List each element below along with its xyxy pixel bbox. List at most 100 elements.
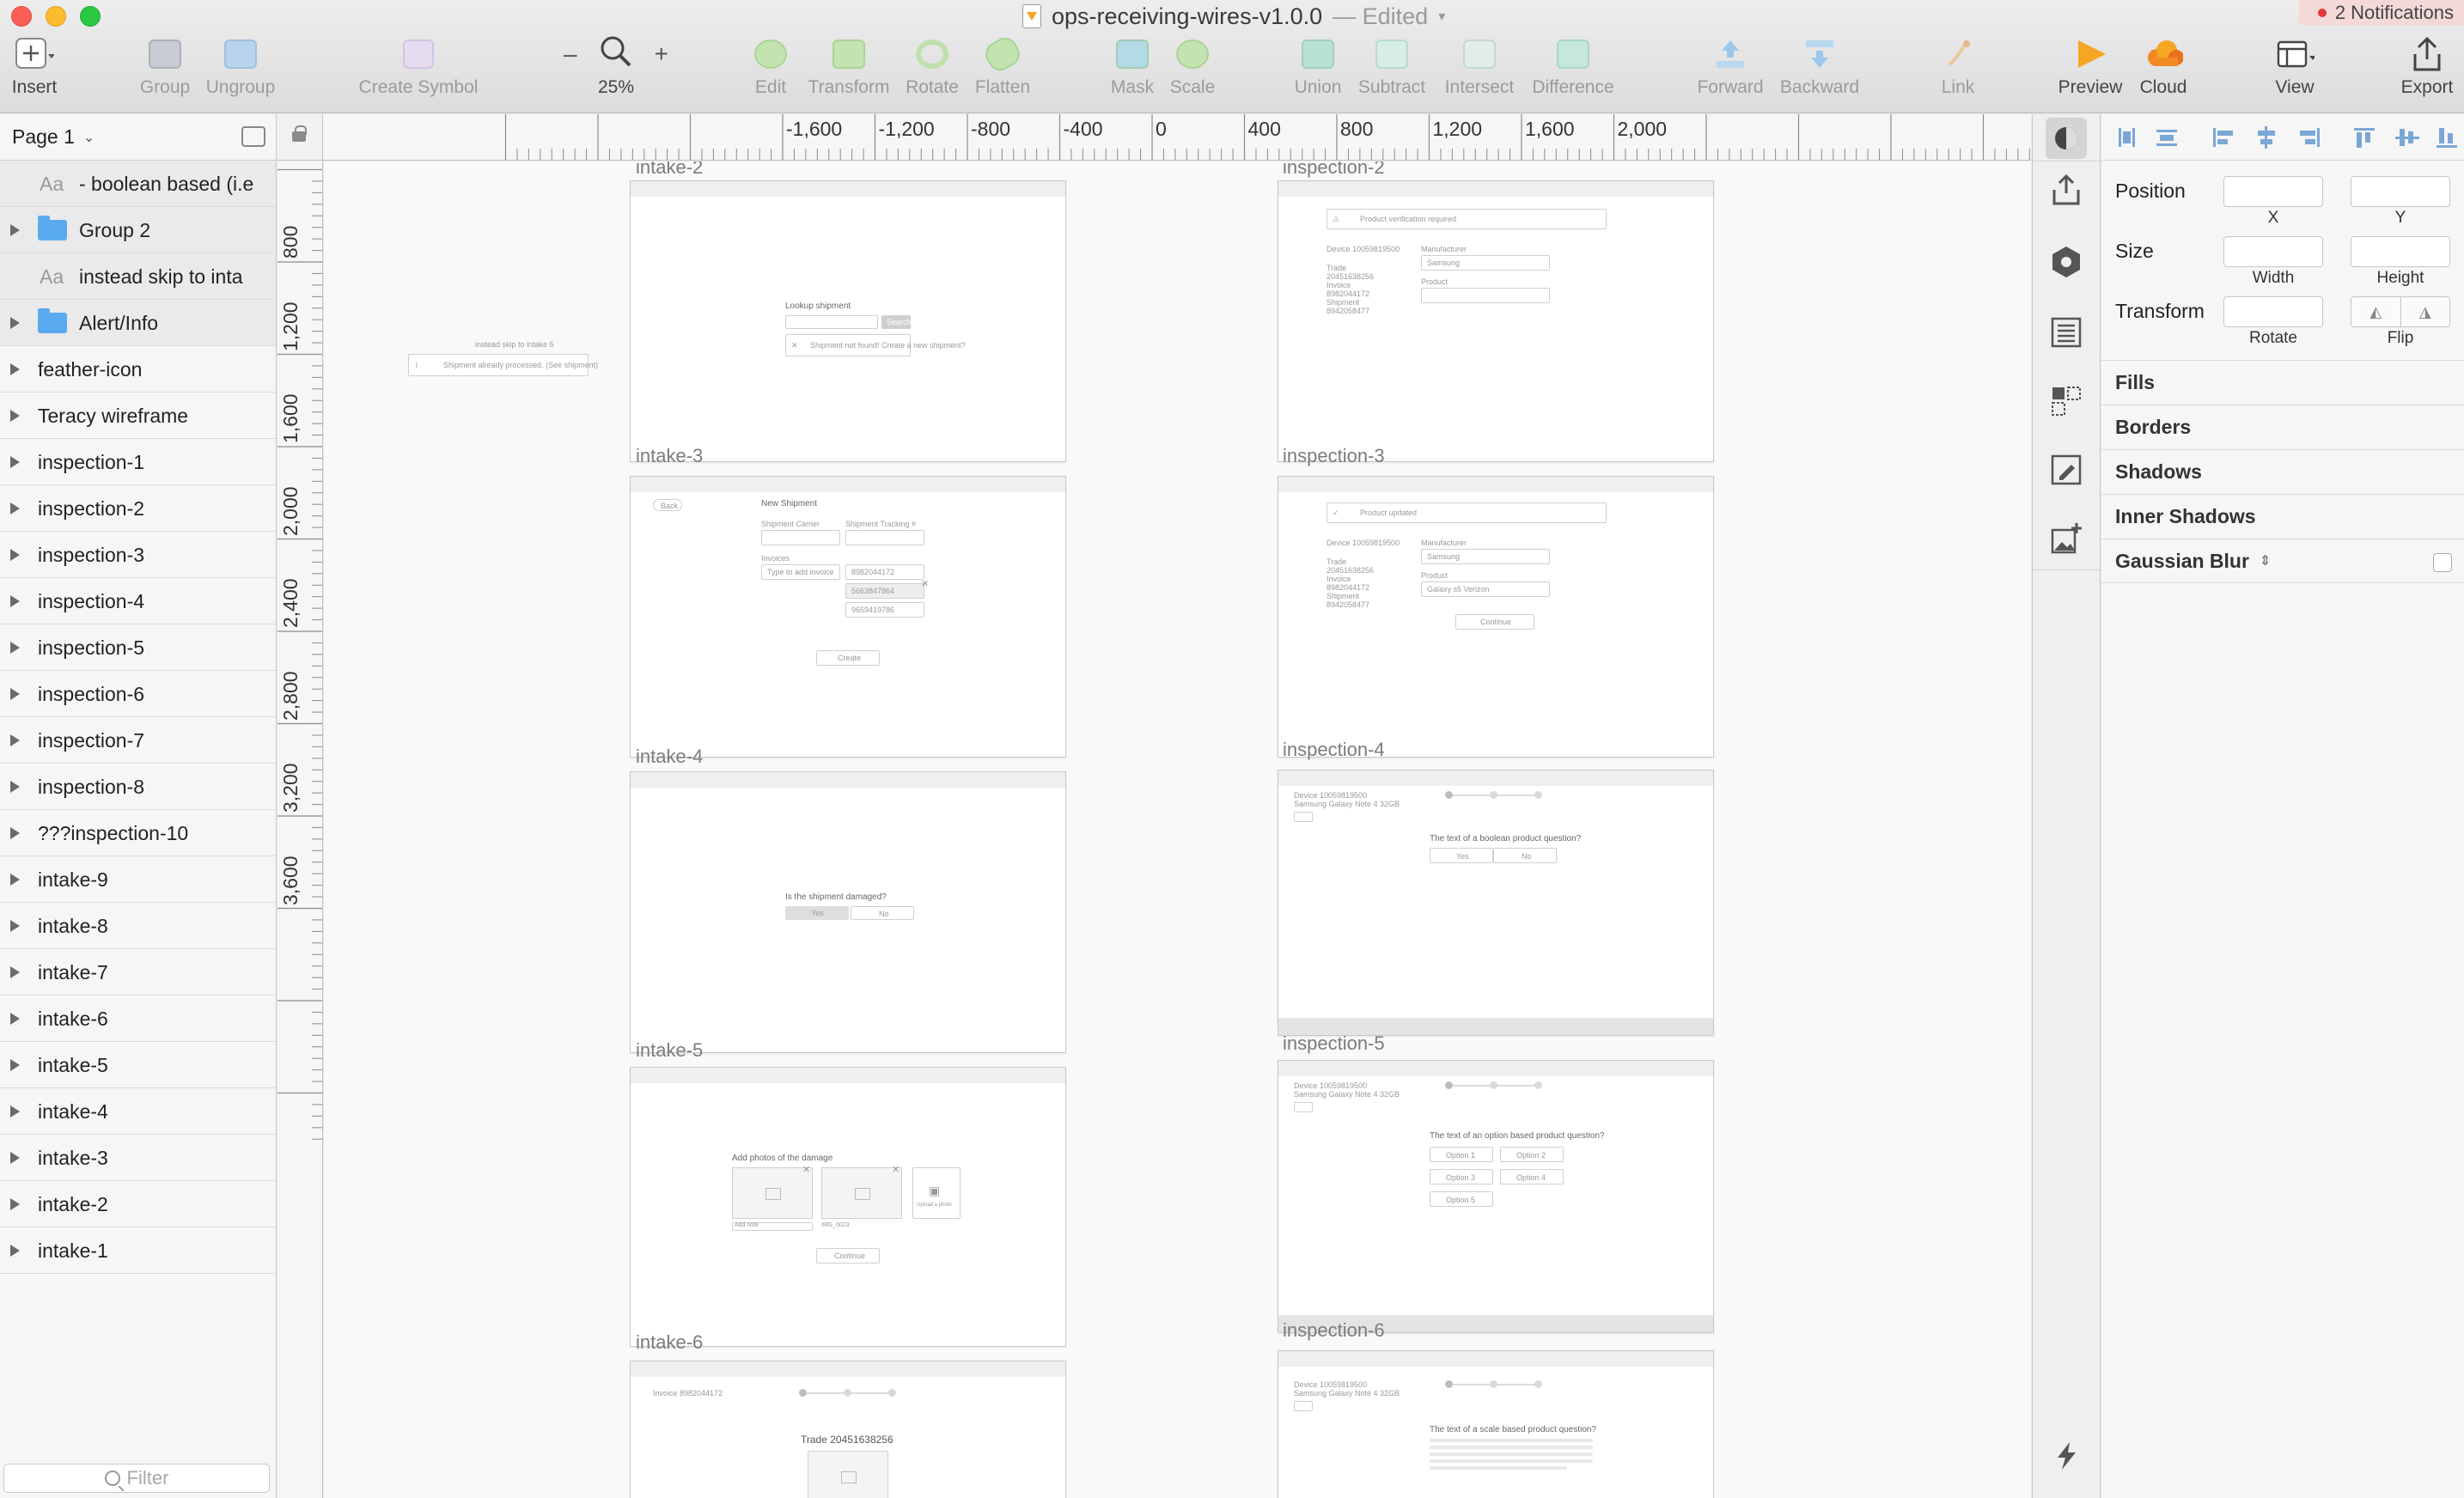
document-title[interactable]: ops-receiving-wires-v1.0.0 — Edited ▾ [1022, 2, 1445, 31]
disclosure-triangle-icon[interactable] [10, 456, 20, 468]
disclosure-triangle-icon[interactable] [10, 827, 20, 839]
back-button[interactable]: Back [653, 499, 682, 511]
yes-button[interactable]: Yes [785, 906, 849, 920]
layer-filter-input[interactable]: Filter [3, 1464, 270, 1493]
damage-photo-1[interactable] [732, 1167, 813, 1219]
artboard-intake-6[interactable]: Add photos of the damage ✕ Add note ✕ IM… [630, 1067, 1066, 1347]
layer-row[interactable]: intake-2 [0, 1181, 276, 1227]
disclosure-triangle-icon[interactable] [10, 595, 20, 607]
gaussian-blur-checkbox[interactable] [2433, 553, 2452, 572]
option-1-button[interactable]: Option 1 [1430, 1147, 1493, 1162]
canvas[interactable]: instead skip to intake 6 i Shipment alre… [324, 161, 2031, 1498]
carrier-field[interactable] [761, 530, 840, 545]
close-icon[interactable]: ✕ [892, 1164, 900, 1175]
create-button[interactable]: Create [816, 650, 880, 666]
edit-button[interactable]: Edit [749, 34, 792, 107]
close-window-button[interactable] [11, 6, 32, 27]
artboard-intake-7[interactable]: Invoice 8982044172 Trade 20451638256 [630, 1361, 1066, 1498]
disclosure-triangle-icon[interactable] [10, 1245, 20, 1257]
ungroup-button[interactable]: Ungroup [204, 34, 277, 107]
align-right-icon[interactable] [2297, 126, 2321, 149]
export-panel-icon[interactable] [2046, 169, 2087, 210]
invoice-chip-1[interactable]: 8982044172 [845, 564, 924, 580]
vertical-ruler[interactable]: 800 1,200 1,600 2,000 2,400 2,800 3,200 3,600 [278, 161, 323, 1498]
layer-row[interactable]: Alert/Info [0, 300, 276, 346]
view-button[interactable]: View [2268, 34, 2321, 107]
no-button[interactable]: No [1493, 848, 1557, 863]
artboard-label-intake-5[interactable]: intake-5 [636, 1039, 703, 1062]
product-field[interactable]: Galaxy s5 Verizon [1421, 582, 1550, 597]
layer-row[interactable]: intake-9 [0, 856, 276, 903]
notifications-button[interactable]: 2 Notifications [2298, 0, 2464, 26]
option-3-button[interactable]: Option 3 [1430, 1169, 1493, 1184]
lightning-plugins-icon[interactable] [2046, 1435, 2087, 1477]
upload-photo-tile[interactable]: ▣ Upload a photo [912, 1167, 961, 1219]
shadows-section[interactable]: Shadows [2101, 449, 2464, 494]
lookup-input[interactable] [785, 315, 878, 329]
disclosure-triangle-icon[interactable] [10, 1013, 20, 1025]
align-left-icon[interactable] [2211, 126, 2235, 149]
disclosure-triangle-icon[interactable] [10, 549, 20, 561]
layer-row[interactable]: inspection-2 [0, 485, 276, 532]
page-selector[interactable]: Page 1 ⌄ [0, 114, 276, 161]
invoice-input[interactable]: Type to add invoice [761, 564, 840, 580]
transform-button[interactable]: Transform [804, 34, 894, 107]
verification-field[interactable]: ⚠ Product verification required [1327, 209, 1607, 229]
photo-note-1[interactable]: Add note [732, 1222, 813, 1231]
artboard-label-inspection-4[interactable]: inspection-4 [1283, 739, 1385, 761]
artboard-label-intake-4[interactable]: intake-4 [636, 746, 703, 768]
inner-shadows-section[interactable]: Inner Shadows [2101, 494, 2464, 539]
disclosure-triangle-icon[interactable] [10, 1105, 20, 1117]
manufacturer-field[interactable]: Samsung [1421, 549, 1550, 564]
edit-shape-icon[interactable] [2046, 449, 2087, 490]
no-button[interactable]: No [851, 906, 914, 920]
insert-button[interactable]: Insert [9, 34, 60, 107]
artboard-intake-3[interactable]: Lookup shipment Search ✕ Shipment not fo… [630, 180, 1066, 462]
option-2-button[interactable]: Option 2 [1500, 1147, 1564, 1162]
intersect-button[interactable]: Intersect [1440, 34, 1519, 107]
lock-guides-icon[interactable] [292, 125, 307, 142]
forward-button[interactable]: Forward [1692, 34, 1768, 107]
manufacturer-field[interactable]: Samsung [1421, 255, 1550, 271]
rotate-field[interactable] [2223, 296, 2323, 327]
disclosure-triangle-icon[interactable] [10, 874, 20, 886]
invoice-chip-3[interactable]: 9659419786 [845, 602, 924, 618]
difference-button[interactable]: Difference [1528, 34, 1619, 107]
align-middle-vertical-icon[interactable] [2395, 126, 2419, 149]
damage-photo-2[interactable] [821, 1167, 902, 1219]
disclosure-triangle-icon[interactable] [10, 1198, 20, 1210]
style-tab-icon[interactable] [2046, 118, 2087, 159]
zoom-out-button[interactable]: – [564, 40, 577, 68]
artboard-inspection-7[interactable]: Device 10059819500 Samsung Galaxy Note 4… [1278, 1350, 1714, 1498]
text-styles-icon[interactable] [2046, 312, 2087, 353]
layer-row[interactable]: Group 2 [0, 207, 276, 253]
layer-row[interactable]: Aa - boolean based (i.e [0, 161, 276, 207]
disclosure-triangle-icon[interactable] [10, 1152, 20, 1164]
disclosure-triangle-icon[interactable] [10, 642, 20, 654]
disclosure-triangle-icon[interactable] [10, 734, 20, 746]
cloud-button[interactable]: Cloud [2136, 34, 2191, 107]
layer-row[interactable]: ???inspection-10 [0, 810, 276, 856]
layer-row[interactable]: intake-4 [0, 1088, 276, 1135]
disclosure-triangle-icon[interactable] [10, 920, 20, 932]
horizontal-ruler[interactable]: -1,600 -1,200 -800 -400 0 400 800 1,200 1,600 2,0… [323, 114, 2031, 161]
layer-styles-icon[interactable] [2046, 381, 2087, 422]
invoice-chip-2[interactable]: 5663847864 [845, 583, 924, 599]
disclosure-triangle-icon[interactable] [10, 224, 20, 236]
layer-row[interactable]: Teracy wireframe [0, 393, 276, 439]
distribute-horizontal-icon[interactable] [2115, 126, 2139, 149]
chevron-up-down-icon[interactable]: ⇕ [2260, 552, 2271, 569]
artboard-label-inspection-6[interactable]: inspection-6 [1283, 1319, 1385, 1342]
width-field[interactable] [2223, 236, 2323, 267]
layer-row[interactable]: intake-1 [0, 1227, 276, 1274]
disclosure-triangle-icon[interactable] [10, 688, 20, 700]
artboard-label-intake-2[interactable]: intake-2 [636, 161, 703, 179]
artboard-inspection-4[interactable]: ✓ Product updated Device 10059819500 Tra… [1278, 476, 1714, 758]
close-icon[interactable]: ✕ [921, 578, 929, 589]
artboard-label-inspection-2[interactable]: inspection-2 [1283, 161, 1385, 179]
continue-button[interactable]: Continue [816, 1248, 880, 1264]
floating-input[interactable]: i Shipment already processed. (See shipm… [408, 354, 598, 376]
align-top-icon[interactable] [2352, 126, 2376, 149]
yes-button[interactable]: Yes [1430, 848, 1493, 863]
create-symbol-button[interactable]: Create Symbol [354, 34, 483, 107]
